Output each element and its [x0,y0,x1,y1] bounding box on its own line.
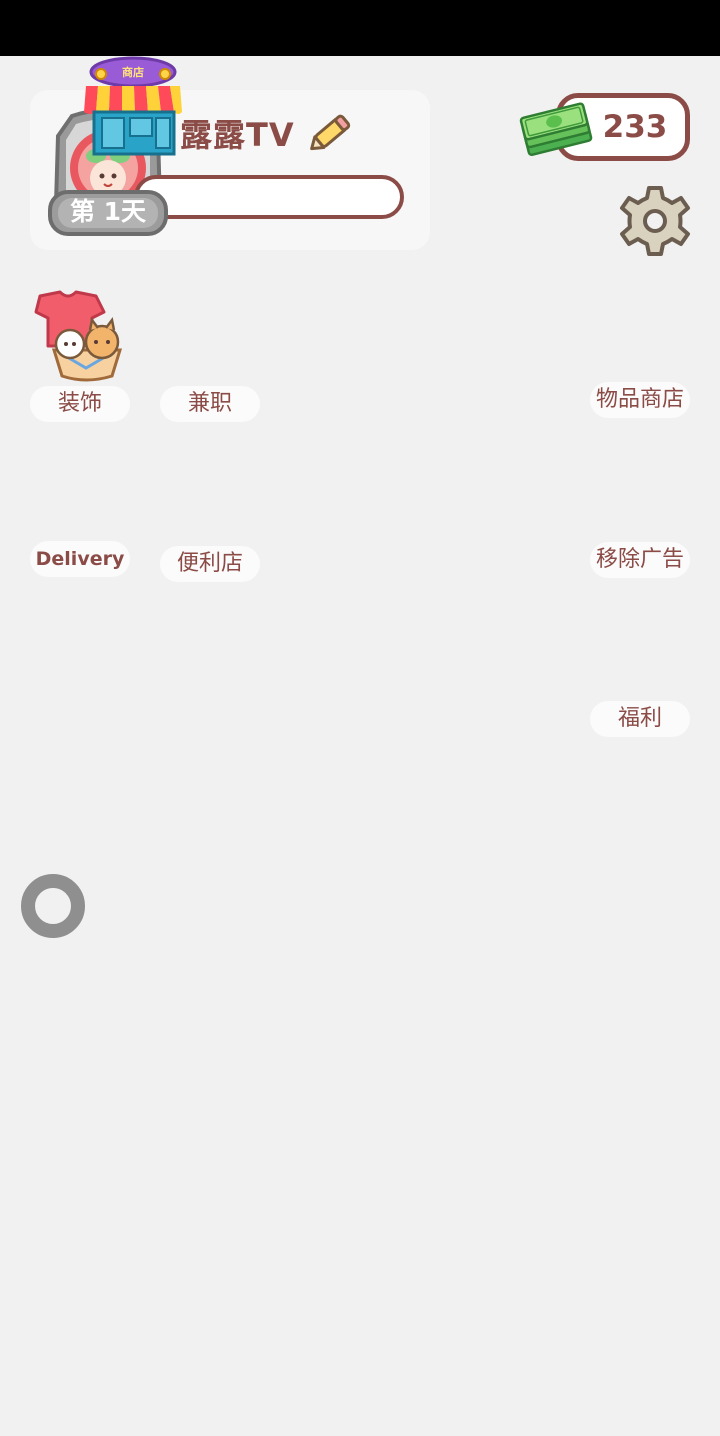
clothes-basket-icon[interactable] [30,290,130,382]
money-value: 233 [602,109,668,145]
item-shop-button[interactable]: 物品商店 [590,382,690,418]
player-name: 露露TV [180,116,295,154]
pencil-icon[interactable] [308,108,358,156]
loading-ring-icon [21,874,85,938]
cash-stack-icon [519,102,593,157]
shop-icon[interactable]: 商店 [82,56,184,156]
decorate-button[interactable]: 装饰 [30,386,130,422]
remove-ads-button[interactable]: 移除广告 [590,542,690,578]
experience-bar [134,175,404,219]
day-label: 第 1天 [69,197,147,226]
status-bar [0,0,720,56]
welfare-button[interactable]: 福利 [590,701,690,737]
delivery-button[interactable]: Delivery [30,541,130,577]
shop-sign-text: 商店 [122,65,144,79]
gear-icon[interactable] [618,184,692,258]
convenience-store-button[interactable]: 便利店 [160,546,260,582]
part-time-button[interactable]: 兼职 [160,386,260,422]
